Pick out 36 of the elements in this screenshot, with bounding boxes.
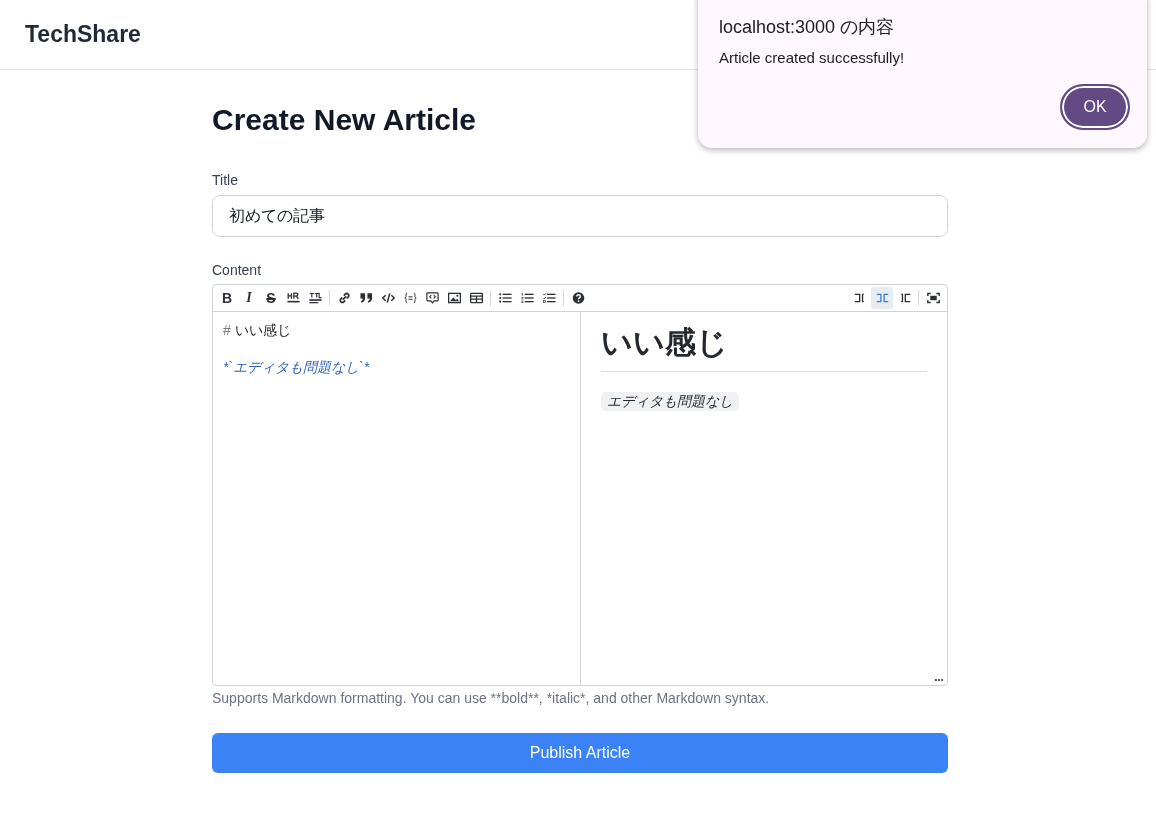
title-label: Title — [212, 171, 238, 190]
italic-button[interactable]: I — [238, 287, 260, 309]
preview-heading: いい感じ — [601, 324, 927, 372]
braces-icon — [403, 292, 417, 304]
page-title: Create New Article — [212, 102, 476, 138]
help-text: Supports Markdown formatting. You can use **bold**, *italic*, and other Markdown syntax. — [212, 689, 770, 707]
image-icon — [447, 292, 461, 304]
ok-button[interactable]: OK — [1060, 84, 1130, 130]
code-bubble-icon — [425, 292, 439, 304]
source-pane[interactable]: # いい感じ *`エディタも問題なし`* — [213, 312, 581, 685]
numbered-list-icon — [520, 292, 534, 304]
title-input[interactable]: 初めての記事 — [212, 195, 948, 237]
table-icon — [469, 292, 483, 304]
publish-button[interactable]: Publish Article — [212, 733, 948, 773]
inline-code: エディタも問題なし — [601, 392, 739, 411]
heading-source-text: いい感じ — [234, 321, 291, 340]
split-view-button[interactable] — [871, 287, 893, 309]
bullet-list-icon — [498, 292, 512, 304]
dialog-message: Article created successfully! — [719, 48, 905, 68]
title-icon — [308, 292, 322, 304]
bold-button[interactable]: B — [216, 287, 238, 309]
content-label: Content — [212, 261, 262, 280]
code-icon — [381, 292, 395, 304]
brand-name[interactable]: TechShare — [25, 21, 141, 48]
dialog-title: localhost:3000 の内容 — [719, 16, 895, 39]
link-icon — [337, 292, 351, 304]
split-view-icon — [875, 292, 889, 304]
quote-icon — [359, 292, 373, 304]
checklist-icon — [542, 292, 556, 304]
italic-code-source-text: *`エディタも問題なし`* — [223, 358, 370, 377]
split-left-icon — [853, 292, 867, 304]
fullscreen-icon — [926, 292, 940, 304]
heading-marker: # — [223, 321, 231, 340]
hr-icon — [286, 292, 300, 304]
strikethrough-button[interactable]: S — [260, 287, 282, 309]
help-icon — [571, 292, 585, 304]
